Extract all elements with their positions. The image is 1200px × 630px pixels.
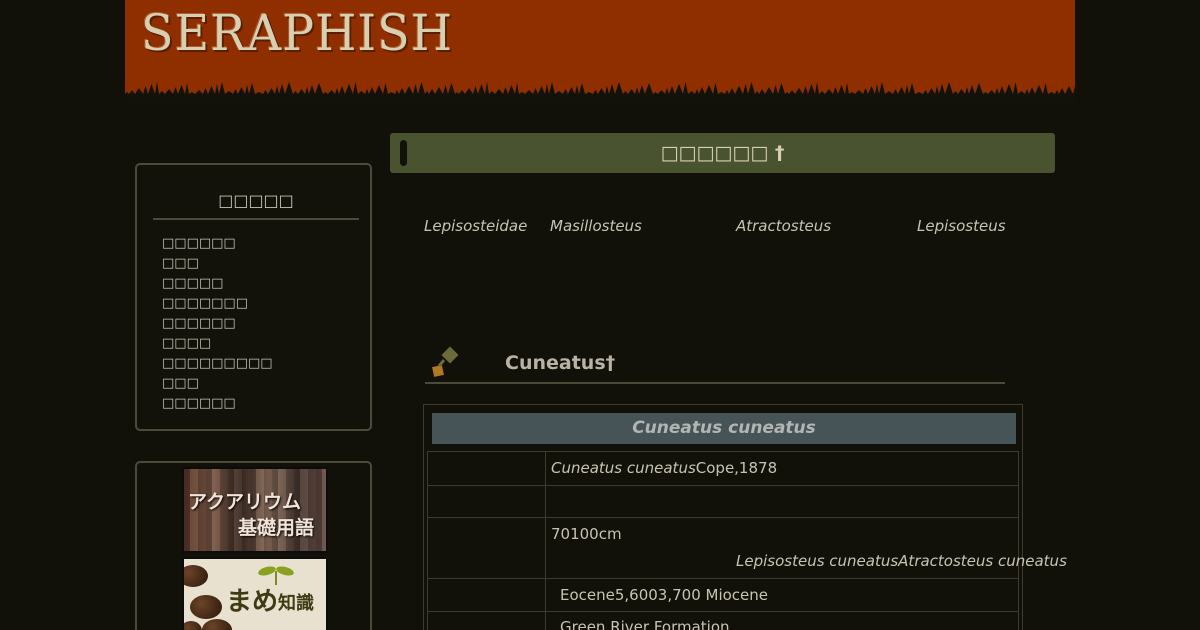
table-header: Cuneatus cuneatus [432,413,1016,444]
row-label [428,579,546,611]
sidebar-item[interactable]: □□□ [162,374,273,394]
sidebar-item[interactable]: □□□□□□□□□ [162,354,273,374]
sidebar-item[interactable]: □□□ [162,254,273,274]
table-row [427,485,1019,518]
sidebar-item[interactable]: □□□□□□□ [162,294,273,314]
row-value: Eocene5,6003,700 Miocene [560,586,769,604]
sidebar-item[interactable]: □□□□ [162,334,273,354]
coffee-bean-image [184,621,202,630]
page-title: □□□□□□ † [660,142,785,164]
taxon-genus[interactable]: Masillosteus [550,217,642,235]
sidebar-banners: アクアリウム 基礎用語 まめ 知識 [135,461,372,630]
sidebar-list: □□□□□□ □□□ □□□□□ □□□□□□□ □□□□□□ □□□□ □□□… [162,234,273,414]
banner-text: 知識 [278,593,314,614]
pencil-icon [432,346,459,377]
page-title-bar: □□□□□□ † [390,133,1055,173]
coffee-bean-image [184,565,208,587]
row-value: Cuneatus cuneatusCope,1878 [551,459,778,477]
aquarium-glossary-banner[interactable]: アクアリウム 基礎用語 [182,467,328,553]
site-logo[interactable]: SERAPHISH [141,4,453,62]
sidebar-item[interactable]: □□□□□□ [162,234,273,254]
banner-text: アクアリウム [188,491,302,513]
sidebar-item[interactable]: □□□□□□ [162,314,273,334]
site-header: SERAPHISH [125,0,1075,102]
row-label [428,612,546,630]
section-heading: Cuneatus† [425,342,1005,384]
coffee-bean-image [190,595,222,619]
table-row: Eocene5,6003,700 Miocene [427,579,1019,612]
taxon-genus[interactable]: Atractosteus [736,217,831,235]
sidebar-menu: □□□□□ □□□□□□ □□□ □□□□□ □□□□□□□ □□□□□□ □□… [135,163,372,431]
grass-divider [125,82,1075,102]
row-value: Green River Formation [560,618,730,630]
trivia-banner[interactable]: まめ 知識 [182,557,328,630]
table-row: Cuneatus cuneatusCope,1878 [427,451,1019,486]
banner-text: 基礎用語 [238,517,315,539]
species-info-table: Cuneatus cuneatus Cuneatus cuneatusCope,… [423,404,1023,630]
sidebar-item[interactable]: □□□□□□ [162,394,273,414]
synonyms-text: Lepisosteus cuneatusAtractosteus cuneatu… [736,552,1067,570]
row-value: 70100cm [551,525,622,543]
taxon-family[interactable]: Lepisosteidae [424,217,527,235]
sidebar-title: □□□□□ [153,191,359,220]
sidebar-item[interactable]: □□□□□ [162,274,273,294]
section-title: Cuneatus† [505,352,616,374]
coffee-bean-image [202,619,232,630]
taxon-genus[interactable]: Lepisosteus [917,217,1006,235]
banner-text: まめ [226,587,279,617]
table-row: Green River Formation [427,612,1019,630]
row-label [428,452,546,485]
row-label [428,518,546,578]
row-label [428,485,546,517]
